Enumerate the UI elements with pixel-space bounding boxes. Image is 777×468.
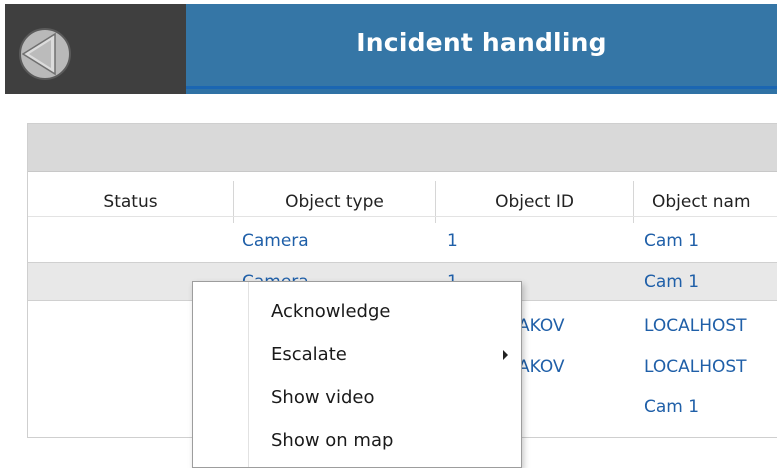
cell-object-id: AKOV xyxy=(518,356,565,377)
cell-object-id: AKOV xyxy=(518,315,565,336)
menu-item-escalate[interactable]: Escalate xyxy=(193,333,521,376)
table-toolbar xyxy=(28,124,777,172)
cell-object-name: Cam 1 xyxy=(644,230,700,251)
menu-item-label: Show video xyxy=(271,387,375,408)
cell-object-type: Camera xyxy=(242,230,309,251)
logo-area xyxy=(5,4,186,94)
menu-item-show-on-map[interactable]: Show on map xyxy=(193,419,521,462)
menu-item-label: Show on map xyxy=(271,430,394,451)
chevron-right-icon xyxy=(503,349,508,360)
menu-item-label: Escalate xyxy=(271,344,347,365)
app-logo-icon xyxy=(19,28,71,80)
page-title: Incident handling xyxy=(356,28,607,57)
cell-object-id: 1 xyxy=(447,230,458,251)
menu-item-label: Acknowledge xyxy=(271,301,391,322)
cell-object-name: Cam 1 xyxy=(644,396,700,417)
menu-item-show-video[interactable]: Show video xyxy=(193,376,521,419)
cell-object-name: Cam 1 xyxy=(644,271,700,292)
header-accent-line xyxy=(186,86,777,94)
header-divider xyxy=(28,216,777,217)
cell-object-name: LOCALHOST xyxy=(644,315,747,336)
context-menu: Acknowledge Escalate Show video Show on … xyxy=(192,281,522,468)
cell-object-name: LOCALHOST xyxy=(644,356,747,377)
table-row[interactable]: Camera 1 Cam 1 xyxy=(28,222,777,259)
menu-item-acknowledge[interactable]: Acknowledge xyxy=(193,290,521,333)
